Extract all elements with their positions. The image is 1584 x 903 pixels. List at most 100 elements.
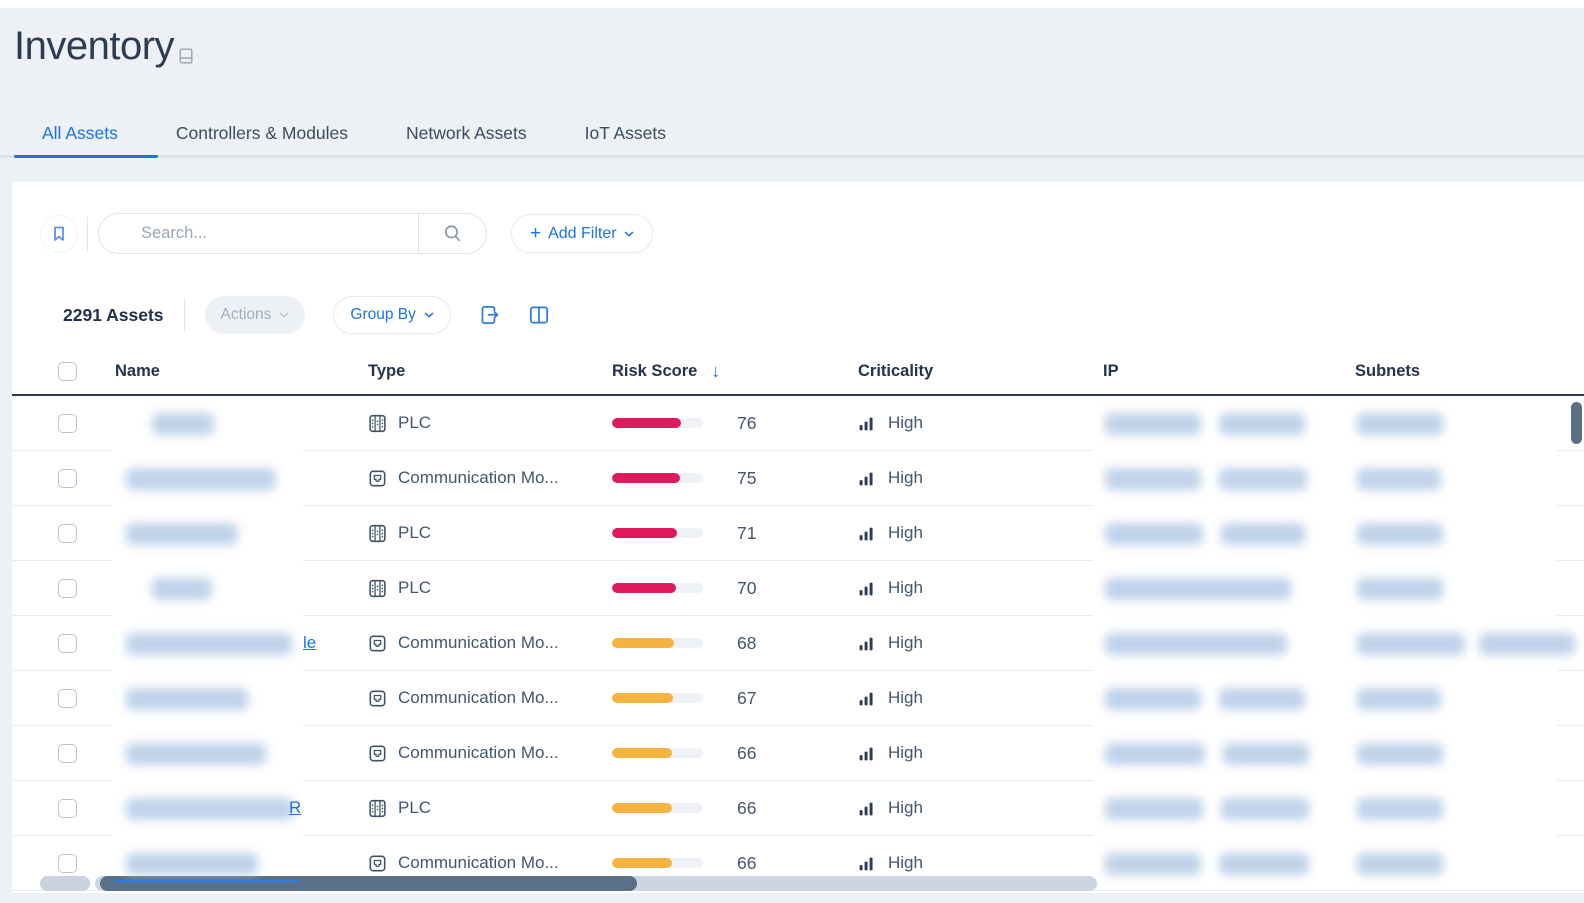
row-checkbox[interactable] <box>58 524 77 543</box>
risk-bar-track <box>612 473 703 483</box>
redacted-name <box>126 633 292 655</box>
risk-score-cell: 67 <box>612 671 756 725</box>
chevron-down-icon <box>424 312 434 318</box>
risk-score-cell: 66 <box>612 781 756 835</box>
type-label: Communication Mo... <box>398 468 559 488</box>
criticality-cell: High <box>858 781 923 835</box>
tab-all-assets[interactable]: All Assets <box>14 112 146 155</box>
asset-name-link[interactable]: le <box>303 633 316 653</box>
row-checkbox[interactable] <box>58 744 77 763</box>
bookmark-icon <box>49 224 69 244</box>
type-label: Communication Mo... <box>398 853 559 873</box>
tab-controllers-modules[interactable]: Controllers & Modules <box>148 112 376 155</box>
manage-columns-button[interactable] <box>527 303 551 327</box>
redacted-ip <box>1105 468 1201 490</box>
criticality-label: High <box>888 413 923 433</box>
column-header-name[interactable]: Name <box>115 348 160 394</box>
help-book-icon[interactable] <box>177 47 195 65</box>
type-label: PLC <box>398 413 431 433</box>
redacted-name <box>126 523 238 545</box>
divider <box>87 217 88 251</box>
criticality-bars-icon <box>858 635 875 652</box>
column-header-type[interactable]: Type <box>368 348 405 394</box>
criticality-bars-icon <box>858 470 875 487</box>
tab-iot-assets[interactable]: IoT Assets <box>557 112 694 155</box>
type-label: Communication Mo... <box>398 743 559 763</box>
communication-module-icon <box>368 744 387 763</box>
criticality-label: High <box>888 798 923 818</box>
risk-bar-track <box>612 803 703 813</box>
risk-bar-track <box>612 638 703 648</box>
risk-score-value: 76 <box>737 413 756 434</box>
risk-bar-fill <box>612 583 676 593</box>
risk-bar-fill <box>612 803 672 813</box>
row-checkbox[interactable] <box>58 689 77 708</box>
column-header-ip[interactable]: IP <box>1103 348 1119 394</box>
redacted-ip <box>1223 743 1309 765</box>
type-label: Communication Mo... <box>398 633 559 653</box>
type-cell: PLC <box>368 396 431 450</box>
export-file-icon <box>477 303 501 327</box>
saved-filters-button[interactable] <box>40 215 78 253</box>
row-checkbox[interactable] <box>58 799 77 818</box>
risk-score-value: 71 <box>737 523 756 544</box>
export-button[interactable] <box>477 303 501 327</box>
risk-score-value: 68 <box>737 633 756 654</box>
redacted-subnet <box>1357 633 1465 655</box>
risk-score-cell: 75 <box>612 451 756 505</box>
tab-bar: All Assets Controllers & Modules Network… <box>14 112 694 155</box>
type-label: Communication Mo... <box>398 688 559 708</box>
redacted-name <box>126 798 294 820</box>
row-checkbox[interactable] <box>58 414 77 433</box>
risk-score-value: 70 <box>737 578 756 599</box>
actions-label: Actions <box>221 306 272 324</box>
search-input[interactable] <box>99 214 418 253</box>
criticality-label: High <box>888 578 923 598</box>
criticality-label: High <box>888 688 923 708</box>
redacted-subnet <box>1357 743 1443 765</box>
type-cell: PLC <box>368 561 431 615</box>
risk-score-cell: 70 <box>612 561 756 615</box>
horizontal-scrollbar[interactable] <box>95 876 1097 891</box>
risk-score-cell: 71 <box>612 506 756 560</box>
redacted-name <box>126 688 248 710</box>
assets-panel: + Add Filter 2291 Assets Actions Group B… <box>12 182 1584 893</box>
redacted-ip <box>1105 633 1287 655</box>
risk-bar-track <box>612 748 703 758</box>
filter-toolbar: + Add Filter <box>40 213 653 254</box>
risk-bar-fill <box>612 473 680 483</box>
search-button[interactable] <box>418 214 486 253</box>
chevron-down-icon <box>624 231 634 237</box>
row-checkbox[interactable] <box>58 854 77 873</box>
actions-button[interactable]: Actions <box>205 296 306 334</box>
risk-score-value: 67 <box>737 688 756 709</box>
vertical-scrollbar-thumb[interactable] <box>1571 402 1582 444</box>
redacted-subnet <box>1479 633 1575 655</box>
criticality-cell: High <box>858 891 923 893</box>
column-header-criticality[interactable]: Criticality <box>858 348 933 394</box>
column-header-risk-score[interactable]: Risk Score ↓ <box>612 348 720 394</box>
row-checkbox[interactable] <box>58 579 77 598</box>
table-row[interactable]: Communication Mo... 66 High <box>12 891 1584 893</box>
row-checkbox[interactable] <box>58 469 77 488</box>
row-checkbox[interactable] <box>58 634 77 653</box>
asset-name-link[interactable]: R <box>289 798 301 818</box>
criticality-label: High <box>888 633 923 653</box>
column-header-subnets[interactable]: Subnets <box>1355 348 1420 394</box>
redacted-name <box>126 743 266 765</box>
redacted-ip <box>1219 413 1305 435</box>
horizontal-scrollbar-thumb[interactable] <box>100 876 637 891</box>
risk-score-cell: 66 <box>612 891 756 893</box>
criticality-cell: High <box>858 561 923 615</box>
risk-bar-fill <box>612 748 672 758</box>
redacted-ip <box>1105 688 1201 710</box>
group-by-button[interactable]: Group By <box>333 296 450 334</box>
tab-network-assets[interactable]: Network Assets <box>378 112 555 155</box>
type-cell: Communication Mo... <box>368 671 559 725</box>
redacted-ip <box>1105 743 1205 765</box>
redacted-subnet <box>1357 798 1443 820</box>
risk-score-cell: 76 <box>612 396 756 450</box>
risk-score-cell: 66 <box>612 726 756 780</box>
risk-bar-track <box>612 693 703 703</box>
add-filter-button[interactable]: + Add Filter <box>511 214 653 253</box>
